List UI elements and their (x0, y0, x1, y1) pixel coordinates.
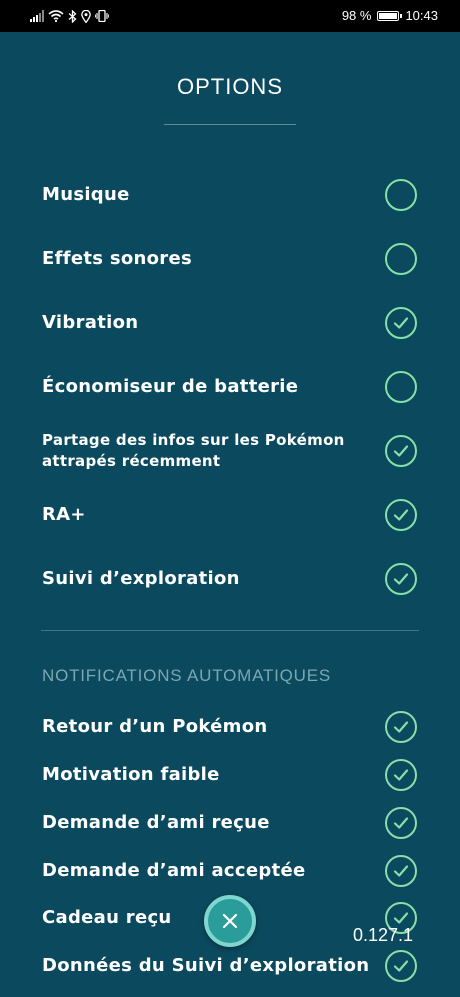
check-icon (393, 769, 409, 781)
toggle-checked[interactable] (385, 807, 417, 839)
check-icon (393, 445, 409, 457)
toggle-circle[interactable] (385, 179, 417, 211)
option-label: RA+ (42, 504, 86, 525)
notif-label: Retour d’un Pokémon (42, 716, 268, 737)
check-icon (393, 865, 409, 877)
option-vibration[interactable]: Vibration (0, 299, 460, 347)
notif-donnees-suivi-exploration[interactable]: Données du Suivi d’exploration (0, 942, 460, 990)
check-icon (393, 960, 409, 972)
title-underline (164, 124, 296, 125)
option-ra-plus[interactable]: RA+ (0, 491, 460, 539)
notif-retour-pokemon[interactable]: Retour d’un Pokémon (0, 703, 460, 751)
toggle-circle[interactable] (385, 371, 417, 403)
option-label: Suivi d’exploration (42, 568, 240, 589)
status-icons (30, 9, 109, 23)
toggle-checked[interactable] (385, 435, 417, 467)
notif-demande-ami-acceptee[interactable]: Demande d’ami acceptée (0, 847, 460, 895)
toggle-checked[interactable] (385, 711, 417, 743)
option-musique[interactable]: Musique (0, 171, 460, 219)
bluetooth-icon (68, 9, 77, 23)
notif-demande-ami-recue[interactable]: Demande d’ami reçue (0, 799, 460, 847)
option-label: Vibration (42, 312, 139, 333)
toggle-checked[interactable] (385, 950, 417, 982)
notif-label: Motivation faible (42, 764, 220, 785)
check-icon (393, 817, 409, 829)
option-label: Partage des infos sur les Pokémon attrap… (42, 431, 345, 470)
location-icon (81, 9, 91, 23)
signal-icon (30, 10, 44, 22)
option-label: Musique (42, 184, 130, 205)
section-title-notifications: NOTIFICATIONS AUTOMATIQUES (42, 666, 332, 685)
section-divider (41, 630, 419, 631)
close-icon (222, 913, 238, 929)
close-button[interactable] (204, 895, 256, 947)
notif-label: Demande d’ami reçue (42, 812, 270, 833)
page-title: OPTIONS (176, 74, 283, 99)
status-right: 98 % 10:43 (342, 9, 438, 23)
toggle-checked[interactable] (385, 855, 417, 887)
toggle-checked[interactable] (385, 563, 417, 595)
battery-icon (377, 11, 403, 21)
option-label: Effets sonores (42, 248, 193, 269)
option-effets-sonores[interactable]: Effets sonores (0, 235, 460, 283)
option-label: Économiseur de batterie (42, 376, 299, 397)
notif-label: Données du Suivi d’exploration (42, 955, 370, 976)
check-icon (393, 317, 409, 329)
notif-label: Demande d’ami acceptée (42, 860, 306, 881)
option-economiseur-batterie[interactable]: Économiseur de batterie (0, 363, 460, 411)
check-icon (393, 573, 409, 585)
toggle-checked[interactable] (385, 759, 417, 791)
check-icon (393, 509, 409, 521)
toggle-checked[interactable] (385, 307, 417, 339)
toggle-checked[interactable] (385, 499, 417, 531)
wifi-icon (48, 10, 64, 22)
option-partage-infos[interactable]: Partage des infos sur les Pokémon attrap… (0, 427, 460, 475)
vibrate-icon (95, 10, 109, 22)
status-time: 10:43 (405, 8, 438, 23)
toggle-circle[interactable] (385, 243, 417, 275)
version-label: 0.127.1 (353, 925, 414, 945)
notif-motivation-faible[interactable]: Motivation faible (0, 751, 460, 799)
check-icon (393, 721, 409, 733)
option-suivi-exploration[interactable]: Suivi d’exploration (0, 555, 460, 603)
status-bar: 98 % 10:43 (0, 0, 460, 32)
battery-percent: 98 % (341, 8, 372, 23)
